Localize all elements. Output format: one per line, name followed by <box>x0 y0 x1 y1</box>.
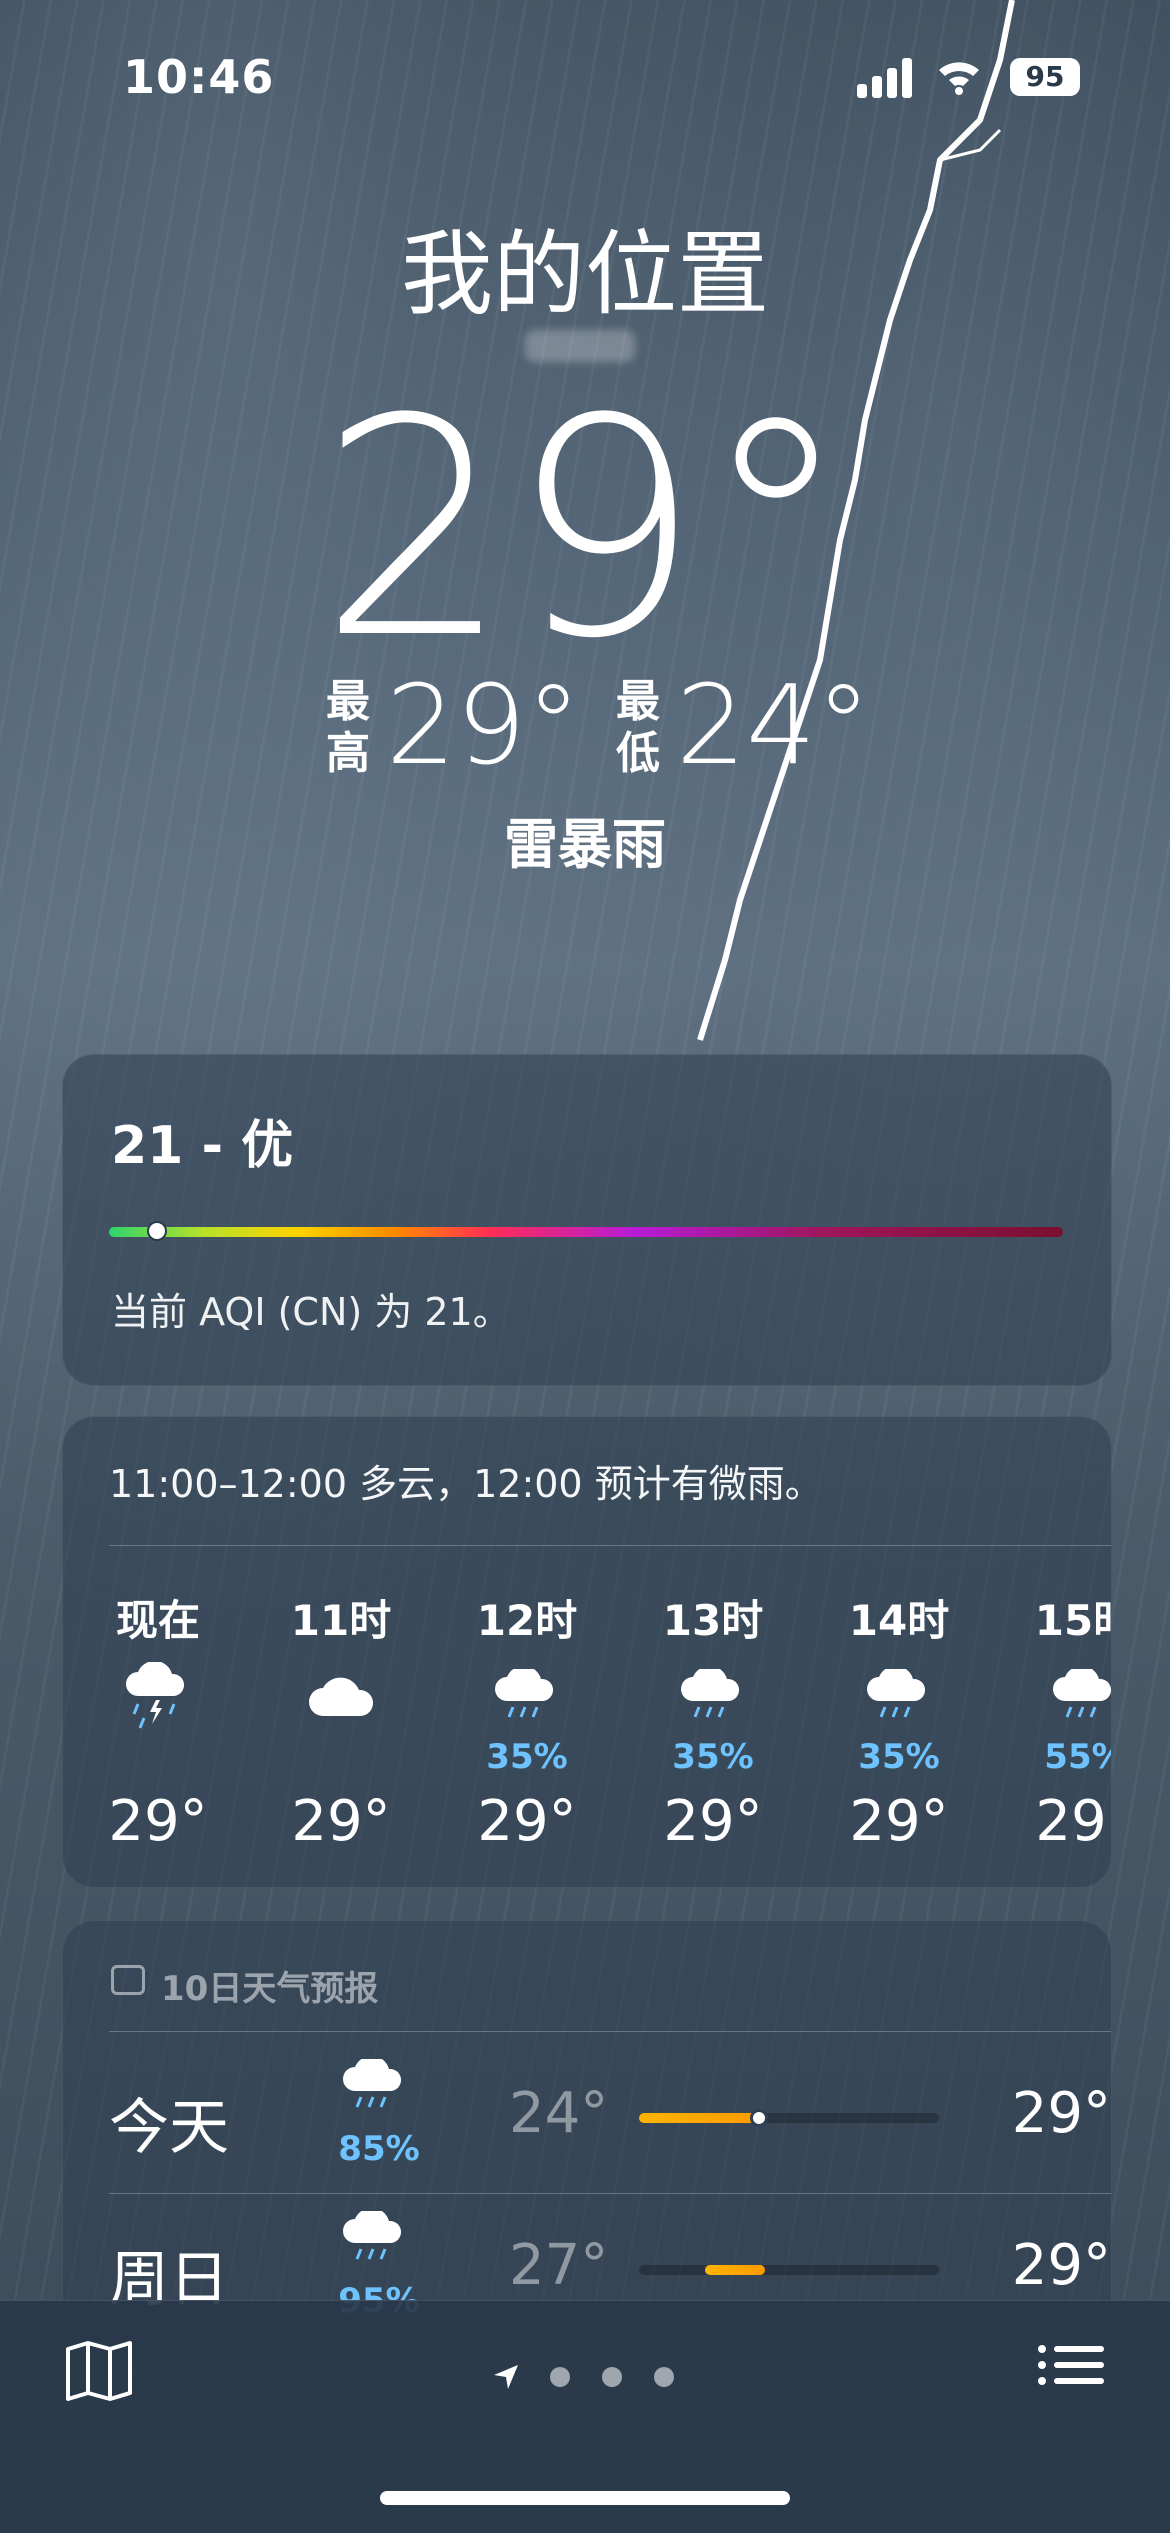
location-title: 我的位置 <box>400 221 769 328</box>
hourly-item: 11时 29° <box>266 1587 416 1854</box>
hour-temperature: 29° <box>108 1789 208 1854</box>
high-temperature: 29° <box>1011 2233 1111 2298</box>
rain-cloud-icon <box>638 1657 788 1737</box>
high-temperature: 29° <box>386 661 581 789</box>
rain-cloud-icon <box>339 2055 429 2129</box>
location-arrow-icon <box>494 2365 518 2389</box>
range-fill <box>705 2265 765 2275</box>
clock: 10:46 <box>123 50 275 104</box>
low-temperature: 27° <box>509 2233 609 2298</box>
battery-indicator: 95 <box>1010 58 1080 96</box>
temperature-range-bar <box>639 2109 939 2127</box>
day-label: 今天 <box>109 2093 229 2163</box>
precip-chance <box>83 1737 233 1775</box>
list-icon[interactable] <box>1036 2343 1106 2399</box>
low-temperature: 24° <box>676 661 871 789</box>
high-label: 最高 <box>326 676 370 779</box>
hour-label: 15时 <box>1034 1596 1111 1645</box>
low-temperature: 24° <box>509 2081 609 2146</box>
thunderstorm-icon <box>83 1657 233 1737</box>
hourly-item: 12时 35% 29° <box>452 1587 602 1854</box>
high-temperature: 29° <box>1011 2081 1111 2146</box>
hourly-item: 14时 35% 29° <box>824 1587 974 1854</box>
page-dot[interactable] <box>550 2367 570 2387</box>
low-label: 最低 <box>616 676 660 779</box>
map-icon[interactable] <box>64 2339 134 2403</box>
hourly-card[interactable]: 11:00–12:00 多云，12:00 预计有微雨。 现在 29° 11时 29° 1… <box>62 1416 1112 1888</box>
aqi-description: 当前 AQI (CN) 为 21。 <box>111 1290 511 1334</box>
current-temperature: 29° <box>319 355 851 704</box>
high-low: 最高 29° 最低 24° <box>0 670 1170 780</box>
divider <box>109 2031 1111 2032</box>
hourly-item: 15时 55% 29° <box>1010 1587 1111 1854</box>
temperature-range-bar <box>639 2265 939 2275</box>
page-dot[interactable] <box>654 2367 674 2387</box>
page-indicator[interactable] <box>490 2357 690 2397</box>
cloud-icon <box>266 1657 416 1737</box>
precip-chance: 35% <box>672 1737 754 1777</box>
hour-temperature: 29° <box>1035 1789 1111 1854</box>
rain-cloud-icon <box>339 2207 429 2281</box>
calendar-icon <box>111 1965 145 1995</box>
page-dot[interactable] <box>602 2367 622 2387</box>
forecast-row[interactable]: 今天 85% 24° 29° <box>109 2041 1111 2191</box>
hourly-summary: 11:00–12:00 多云，12:00 预计有微雨。 <box>109 1462 823 1506</box>
cellular-signal-icon <box>857 56 917 98</box>
rain-cloud-icon <box>1010 1657 1111 1737</box>
status-bar: 10:46 95 <box>0 50 1170 110</box>
divider <box>109 1545 1111 1546</box>
hour-label: 12时 <box>476 1596 578 1645</box>
condition-text: 雷暴雨 <box>504 813 666 876</box>
precip-chance: 55% <box>1044 1737 1111 1777</box>
forecast-header: 10日天气预报 <box>161 1969 379 2009</box>
rain-cloud-icon <box>824 1657 974 1737</box>
hour-label: 11时 <box>290 1596 392 1645</box>
hour-label: 14时 <box>848 1596 950 1645</box>
bottom-toolbar <box>0 2300 1170 2533</box>
hour-temperature: 29° <box>663 1789 763 1854</box>
aqi-gradient-bar <box>109 1221 1063 1241</box>
precip-chance <box>266 1737 416 1775</box>
precip-chance: 35% <box>858 1737 940 1777</box>
home-indicator[interactable] <box>380 2491 790 2505</box>
aqi-title: 21 - 优 <box>111 1116 294 1176</box>
range-fill <box>639 2113 765 2123</box>
aqi-card[interactable]: 21 - 优 当前 AQI (CN) 为 21。 <box>62 1054 1112 1386</box>
hourly-item: 13时 35% 29° <box>638 1587 788 1854</box>
aqi-indicator <box>147 1221 167 1241</box>
precip-chance: 35% <box>486 1737 568 1777</box>
current-temp-marker <box>750 2109 768 2127</box>
hour-label: 13时 <box>662 1596 764 1645</box>
forecast-card[interactable]: 10日天气预报 今天85%24°29°周日95%27°29° <box>62 1920 1112 2342</box>
hourly-item: 现在 29° <box>83 1587 233 1854</box>
hour-label: 现在 <box>115 1596 200 1645</box>
hour-temperature: 29° <box>849 1789 949 1854</box>
wifi-icon <box>939 62 979 95</box>
hour-temperature: 29° <box>291 1789 391 1854</box>
rain-cloud-icon <box>452 1657 602 1737</box>
precip-chance: 85% <box>338 2129 420 2169</box>
hour-temperature: 29° <box>477 1789 577 1854</box>
